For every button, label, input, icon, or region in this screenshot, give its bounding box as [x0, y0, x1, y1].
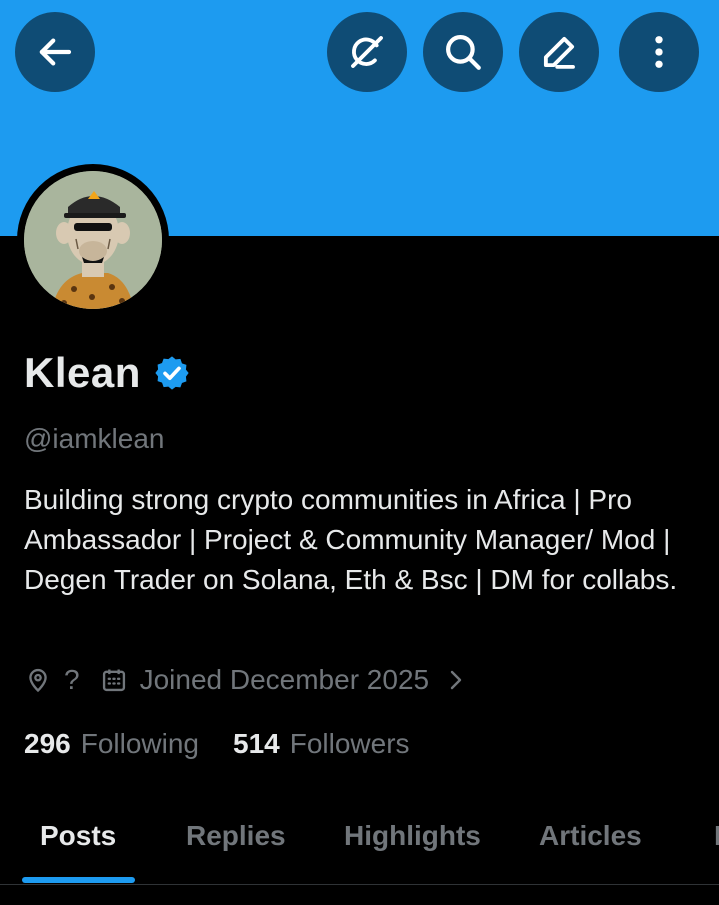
profile-bio: Building strong crypto communities in Af… [24, 484, 678, 595]
arrow-left-icon [39, 38, 72, 66]
ape-avatar-image [24, 171, 162, 309]
tab-replies[interactable]: Replies [186, 820, 286, 852]
user-handle: @iamklean [24, 423, 165, 454]
profile-tabs: Posts Replies Highlights Articles Media [0, 800, 719, 884]
verified-badge-icon[interactable] [153, 354, 191, 392]
calendar-icon [102, 669, 125, 692]
followers-label[interactable]: Followers [290, 728, 410, 760]
follow-stats: 296 Following 514 Followers [24, 728, 410, 760]
joined-date[interactable]: Joined December 2025 [140, 664, 430, 696]
chevron-right-icon[interactable] [443, 668, 467, 692]
grok-button[interactable] [327, 12, 407, 92]
avatar [24, 171, 162, 309]
following-count[interactable]: 296 [24, 728, 71, 760]
search-button[interactable] [423, 12, 503, 92]
display-name: Klean [24, 349, 141, 396]
active-tab-indicator [22, 877, 135, 883]
more-options-button[interactable] [619, 12, 699, 92]
tab-posts[interactable]: Posts [40, 820, 116, 852]
more-vertical-icon [655, 36, 663, 68]
edit-icon [543, 36, 575, 69]
following-label[interactable]: Following [81, 728, 199, 760]
profile-location: ? [64, 664, 80, 695]
back-button[interactable] [15, 12, 95, 92]
edit-button[interactable] [519, 12, 599, 92]
search-icon [446, 35, 481, 70]
tab-highlights[interactable]: Highlights [344, 820, 481, 852]
avatar-frame[interactable] [17, 164, 169, 316]
tab-media[interactable]: Media [714, 820, 719, 852]
profile-meta-row: ? Joined December 2025 [24, 664, 467, 696]
profile-name-row: Klean [24, 349, 191, 397]
location-pin-icon [29, 668, 47, 693]
tabs-divider [0, 884, 719, 885]
grok-icon [351, 36, 383, 68]
tab-articles[interactable]: Articles [539, 820, 642, 852]
followers-count[interactable]: 514 [233, 728, 280, 760]
